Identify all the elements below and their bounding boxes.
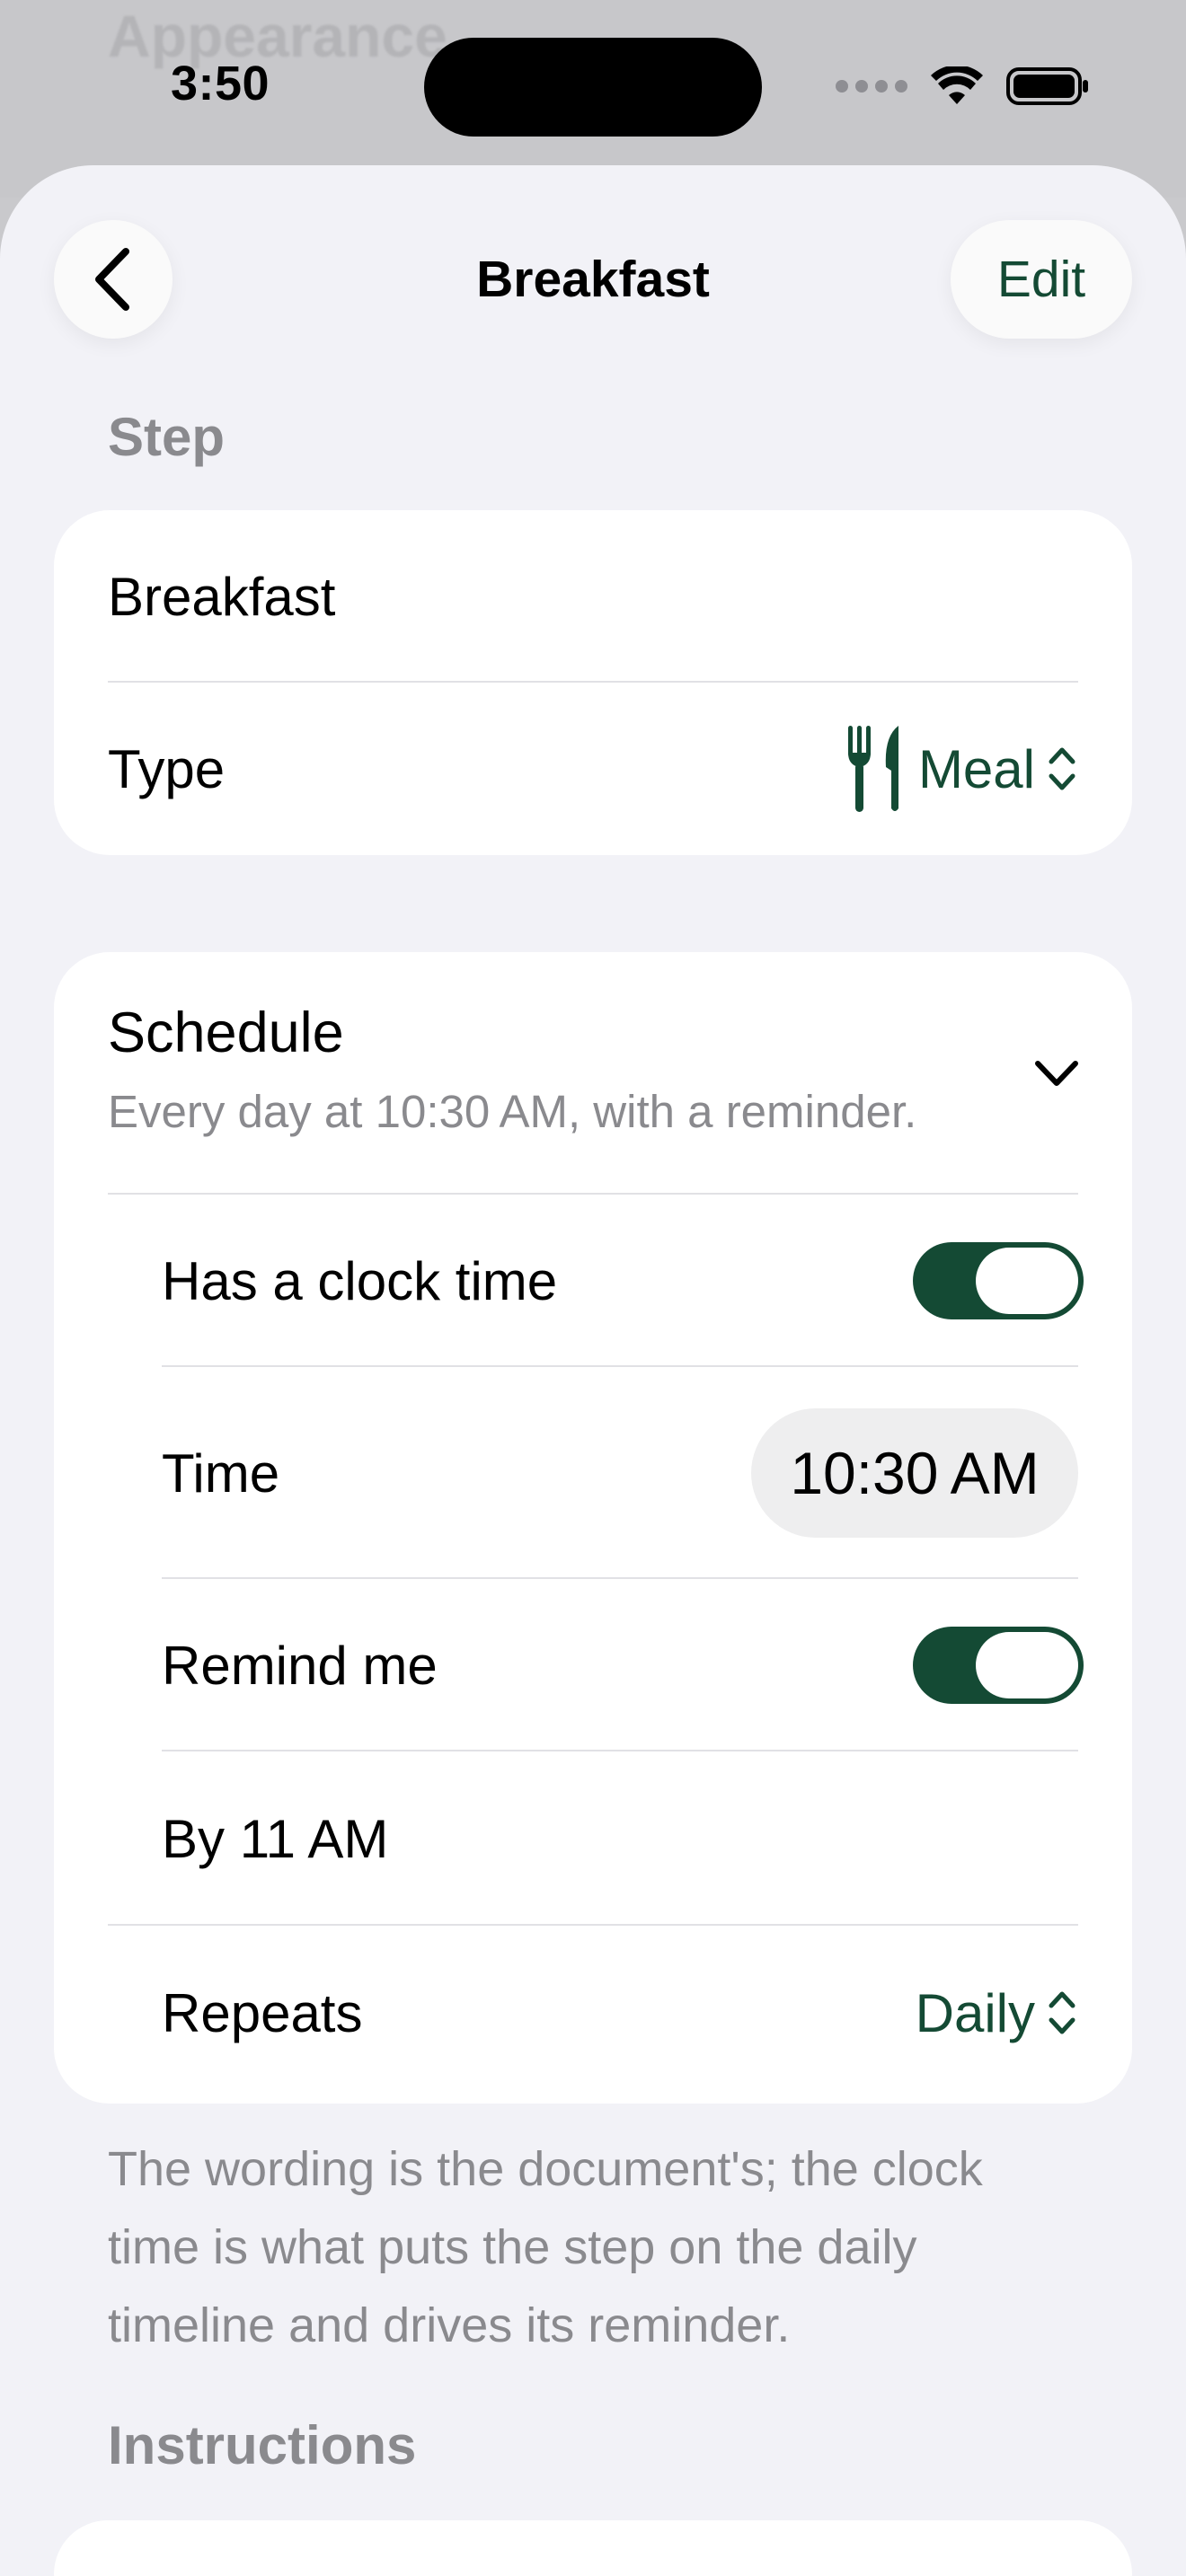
type-picker[interactable]: Meal <box>846 724 1078 814</box>
repeats-picker[interactable]: Daily <box>916 1982 1078 2044</box>
remind-me-label: Remind me <box>162 1635 438 1696</box>
step-name: Breakfast <box>108 566 336 627</box>
section-header-instructions: Instructions <box>108 2415 417 2475</box>
remind-by-label: By 11 AM <box>162 1808 389 1869</box>
chevron-up-down-icon <box>1049 1991 1075 2034</box>
time-picker-button[interactable]: 10:30 AM <box>751 1408 1078 1538</box>
repeats-label: Repeats <box>162 1982 363 2043</box>
type-value: Meal <box>917 738 1035 799</box>
time-label: Time <box>162 1442 280 1504</box>
remind-by-row[interactable]: By 11 AM <box>54 1751 1132 1926</box>
schedule-card: Schedule Every day at 10:30 AM, with a r… <box>54 952 1132 2104</box>
status-time: 3:50 <box>171 57 270 110</box>
type-label: Type <box>108 738 226 799</box>
has-clock-time-row: Has a clock time <box>54 1195 1132 1367</box>
fork-knife-icon <box>847 726 898 812</box>
step-name-row[interactable]: Breakfast <box>54 510 1132 683</box>
chevron-up-down-icon <box>1049 747 1075 790</box>
repeats-row[interactable]: Repeats Daily <box>54 1926 1132 2100</box>
schedule-title: Schedule <box>108 1001 344 1064</box>
has-clock-time-toggle[interactable] <box>913 1242 1084 1319</box>
remind-me-toggle[interactable] <box>913 1627 1084 1704</box>
type-row[interactable]: Type Meal <box>54 683 1132 855</box>
repeats-value: Daily <box>915 1982 1035 2043</box>
edit-button[interactable]: Edit <box>951 220 1132 339</box>
chevron-down-icon[interactable] <box>1033 1058 1080 1089</box>
status-icons <box>836 59 1089 113</box>
status-bar: 3:50 <box>0 0 1186 171</box>
schedule-footer-note: The wording is the document's; the clock… <box>108 2142 983 2352</box>
step-card: Breakfast Type Meal <box>54 510 1132 855</box>
cellular-signal-icon <box>836 80 907 93</box>
dynamic-island <box>424 38 762 137</box>
schedule-header[interactable]: Schedule Every day at 10:30 AM, with a r… <box>54 952 1132 1195</box>
section-header-step: Step <box>108 407 226 467</box>
has-clock-time-label: Has a clock time <box>162 1250 558 1311</box>
remind-me-row: Remind me <box>54 1579 1132 1751</box>
instructions-card[interactable] <box>54 2520 1132 2576</box>
schedule-summary: Every day at 10:30 AM, with a reminder. <box>108 1086 917 1137</box>
battery-icon <box>1006 67 1088 105</box>
wifi-icon <box>931 66 983 104</box>
time-row: Time 10:30 AM <box>54 1367 1132 1579</box>
